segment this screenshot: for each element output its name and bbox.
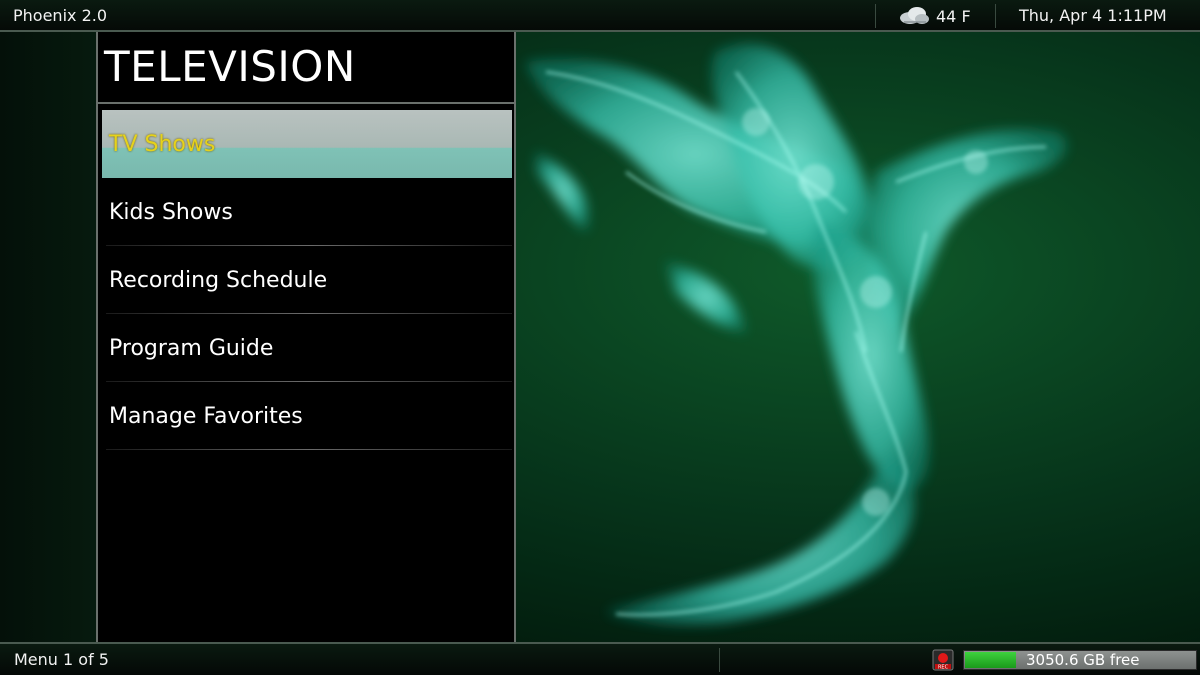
- screen: Phoenix 2.0 44 F Thu, Apr 4 1:11PM TELEV…: [0, 0, 1200, 675]
- topbar-divider: [995, 4, 996, 28]
- topbar-divider: [875, 4, 876, 28]
- disk-free-label: 3050.6 GB free: [1026, 651, 1140, 669]
- menu-item-label: TV Shows: [109, 131, 216, 157]
- menu-panel: TELEVISION TV Shows Kids Shows Recording…: [96, 32, 516, 642]
- rec-icon: REC: [932, 649, 954, 671]
- left-margin: [0, 32, 96, 642]
- page-title: TELEVISION: [104, 42, 356, 91]
- panel-header: TELEVISION: [98, 32, 514, 104]
- phoenix-artwork: [516, 32, 1200, 642]
- menu-item-label: Kids Shows: [109, 199, 233, 225]
- disk-space-bar: 3050.6 GB free: [963, 650, 1197, 670]
- top-bar: Phoenix 2.0 44 F Thu, Apr 4 1:11PM: [0, 0, 1200, 32]
- menu-item-label: Recording Schedule: [109, 267, 328, 293]
- menu-item-label: Manage Favorites: [109, 403, 303, 429]
- menu-item-tv-shows[interactable]: TV Shows: [102, 110, 512, 178]
- bottom-bar: Menu 1 of 5 REC 3050.6 GB free: [0, 642, 1200, 675]
- menu-list: TV Shows Kids Shows Recording Schedule P…: [102, 110, 512, 450]
- menu-item-recording-schedule[interactable]: Recording Schedule: [102, 246, 512, 314]
- menu-item-program-guide[interactable]: Program Guide: [102, 314, 512, 382]
- cloud-icon: [900, 7, 929, 24]
- date-time: Thu, Apr 4 1:11PM: [1019, 6, 1167, 25]
- menu-position: Menu 1 of 5: [14, 650, 109, 669]
- bottombar-divider: [719, 648, 720, 672]
- menu-item-kids-shows[interactable]: Kids Shows: [102, 178, 512, 246]
- disk-used-fill: [965, 652, 1016, 668]
- app-title: Phoenix 2.0: [13, 6, 108, 25]
- phoenix-smoke-image: [526, 44, 1067, 625]
- weather-widget: 44 F: [898, 5, 971, 27]
- svg-text:REC: REC: [938, 664, 949, 670]
- menu-item-label: Program Guide: [109, 335, 274, 361]
- menu-item-manage-favorites[interactable]: Manage Favorites: [102, 382, 512, 450]
- temperature: 44 F: [936, 6, 971, 26]
